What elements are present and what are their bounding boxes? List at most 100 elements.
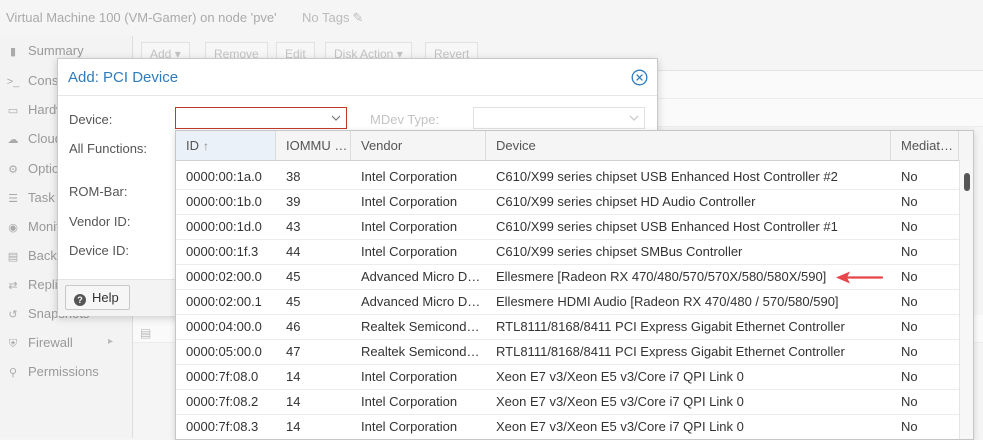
- cell-device: C610/X99 series chipset HD Audio Control…: [496, 194, 756, 209]
- table-row[interactable]: 0000:02:00.1 45 Advanced Micro Devices, In…: [176, 290, 959, 315]
- cell-iommu-group: 43: [286, 219, 301, 234]
- table-row[interactable]: 0000:00:1b.0 39 Intel Corporation C610/X99 …: [176, 190, 959, 215]
- cell-mediated-devices: No: [901, 169, 918, 184]
- table-row[interactable]: 0000:7f:08.2 14 Intel Corporation Xeon E7 v…: [176, 390, 959, 415]
- red-arrow-annotation: [836, 271, 884, 284]
- cell-vendor: Intel Corporation: [361, 369, 458, 384]
- pencil-icon[interactable]: ✎: [352, 10, 363, 26]
- cell-mediated-devices: No: [901, 419, 918, 434]
- cell-device: RTL8111/8168/8411 PCI Express Gigabit Et…: [496, 319, 845, 334]
- chevron-down-icon: [629, 115, 639, 121]
- table-row[interactable]: 0000:00:1f.3 44 Intel Corporation C610/X99 …: [176, 240, 959, 265]
- cell-mediated-devices: No: [901, 369, 918, 384]
- table-row[interactable]: 0000:7f:08.3 14 Intel Corporation Xeon E7 v…: [176, 415, 959, 439]
- cell-iommu-group: 14: [286, 419, 301, 434]
- cell-vendor: Intel Corporation: [361, 219, 458, 234]
- device-combobox[interactable]: [175, 107, 347, 129]
- device-label: Device:: [69, 112, 113, 127]
- cell-id: 0000:02:00.1: [186, 294, 262, 309]
- cell-vendor: Realtek Semiconductor Co., Ltd.: [361, 344, 486, 359]
- all-functions-label: All Functions:: [69, 141, 148, 156]
- cell-mediated-devices: No: [901, 294, 918, 309]
- cell-device: Xeon E7 v3/Xeon E5 v3/Core i7 QPI Link 0: [496, 369, 744, 384]
- eye-icon: ◉: [8, 222, 18, 234]
- column-header-vendor[interactable]: Vendor: [351, 131, 486, 160]
- shield-icon: ⛨: [8, 338, 18, 350]
- cell-iommu-group: 38: [286, 169, 301, 184]
- grid-header: ID↑ IOMMU Group Vendor Device Mediated D…: [176, 131, 973, 161]
- cell-mediated-devices: No: [901, 194, 918, 209]
- cell-mediated-devices: No: [901, 319, 918, 334]
- column-header-device[interactable]: Device: [486, 131, 891, 160]
- cell-iommu-group: 14: [286, 369, 301, 384]
- dialog-title: Add: PCI Device: [68, 69, 179, 86]
- cell-vendor: Advanced Micro Devices, Inc. [AMD/ATI]: [361, 269, 486, 284]
- terminal-icon: >_: [6, 76, 20, 88]
- cell-iommu-group: 46: [286, 319, 301, 334]
- question-circle-icon: ?: [74, 294, 86, 306]
- cell-vendor: Advanced Micro Devices, Inc. [AMD/ATI]: [361, 294, 486, 309]
- sidebar-item-permissions[interactable]: ⚲ Permissions: [6, 359, 132, 385]
- cell-vendor: Realtek Semiconductor Co., Ltd.: [361, 319, 486, 334]
- rom-bar-label: ROM-Bar:: [69, 184, 128, 199]
- cell-device: Ellesmere [Radeon RX 470/480/570/570X/58…: [496, 269, 827, 284]
- cell-device: Xeon E7 v3/Xeon E5 v3/Core i7 QPI Link 0: [496, 419, 744, 434]
- cell-vendor: Intel Corporation: [361, 244, 458, 259]
- cell-device: C610/X99 series chipset SMBus Controller: [496, 244, 743, 259]
- help-button[interactable]: ? Help: [65, 285, 130, 310]
- table-row[interactable]: 0000:00:1d.0 43 Intel Corporation C610/X99 …: [176, 215, 959, 240]
- cell-id: 0000:00:1f.3: [186, 244, 259, 259]
- table-row[interactable]: 0000:00:1a.0 38 Intel Corporation C610/X99 …: [176, 165, 959, 190]
- column-header-id[interactable]: ID ↑: [176, 131, 276, 160]
- cell-iommu-group: 44: [286, 244, 301, 259]
- cell-device: C610/X99 series chipset USB Enhanced Hos…: [496, 169, 838, 184]
- cloud-icon: ☁: [7, 134, 19, 146]
- table-row[interactable]: 0000:05:00.0 47 Realtek Semiconductor Co.,…: [176, 340, 959, 365]
- table-row[interactable]: 0000:04:00.0 46 Realtek Semiconductor Co.,…: [176, 315, 959, 340]
- cell-id: 0000:05:00.0: [186, 344, 262, 359]
- grid-scrollbar[interactable]: [959, 160, 973, 439]
- chevron-down-icon[interactable]: [330, 112, 342, 124]
- top-bar: Virtual Machine 100 (VM-Gamer) on node '…: [0, 0, 983, 37]
- list-icon: ☰: [8, 193, 18, 205]
- cell-iommu-group: 45: [286, 269, 301, 284]
- book-icon: ▮: [9, 46, 17, 58]
- cell-iommu-group: 47: [286, 344, 301, 359]
- cell-id: 0000:00:1b.0: [186, 194, 262, 209]
- cell-id: 0000:04:00.0: [186, 319, 262, 334]
- unlock-icon: ⚲: [8, 367, 18, 379]
- cell-device: RTL8111/8168/8411 PCI Express Gigabit Et…: [496, 344, 845, 359]
- vm-title: Virtual Machine 100 (VM-Gamer) on node '…: [6, 10, 277, 25]
- cell-id: 0000:7f:08.2: [186, 394, 259, 409]
- table-row[interactable]: 0000:7f:08.0 14 Intel Corporation Xeon E7 v…: [176, 365, 959, 390]
- cell-id: 0000:7f:08.0: [186, 369, 259, 384]
- tags-editor[interactable]: No Tags ✎: [302, 10, 363, 26]
- close-icon[interactable]: [631, 69, 648, 86]
- no-tags-label: No Tags: [302, 10, 350, 25]
- cell-iommu-group: 45: [286, 294, 301, 309]
- cell-mediated-devices: No: [901, 344, 918, 359]
- scroll-thumb[interactable]: [964, 173, 970, 191]
- cell-id: 0000:02:00.0: [186, 269, 262, 284]
- mdev-type-label: MDev Type:: [370, 112, 440, 127]
- cell-device: Ellesmere HDMI Audio [Radeon RX 470/480 …: [496, 294, 839, 309]
- column-header-mediated-devices[interactable]: Mediated Devices: [891, 131, 959, 160]
- cell-id: 0000:7f:08.3: [186, 419, 259, 434]
- device-id-label: Device ID:: [69, 243, 129, 258]
- chevron-right-icon[interactable]: ▸: [108, 336, 113, 347]
- history-icon: ↺: [8, 309, 18, 321]
- dialog-header: Add: PCI Device: [58, 59, 657, 96]
- cell-mediated-devices: No: [901, 244, 918, 259]
- retweet-icon: ⇄: [8, 280, 18, 292]
- mdev-type-combobox[interactable]: [473, 107, 645, 129]
- cell-mediated-devices: No: [901, 394, 918, 409]
- cell-vendor: Intel Corporation: [361, 419, 458, 434]
- cell-vendor: Intel Corporation: [361, 169, 458, 184]
- cell-vendor: Intel Corporation: [361, 394, 458, 409]
- cell-iommu-group: 39: [286, 194, 301, 209]
- sidebar-item-firewall[interactable]: ⛨ Firewall: [6, 330, 132, 356]
- monitor-icon: ▭: [7, 105, 19, 117]
- gear-icon: ⚙: [8, 164, 18, 176]
- column-header-iommu-group[interactable]: IOMMU Group: [276, 131, 351, 160]
- cell-iommu-group: 14: [286, 394, 301, 409]
